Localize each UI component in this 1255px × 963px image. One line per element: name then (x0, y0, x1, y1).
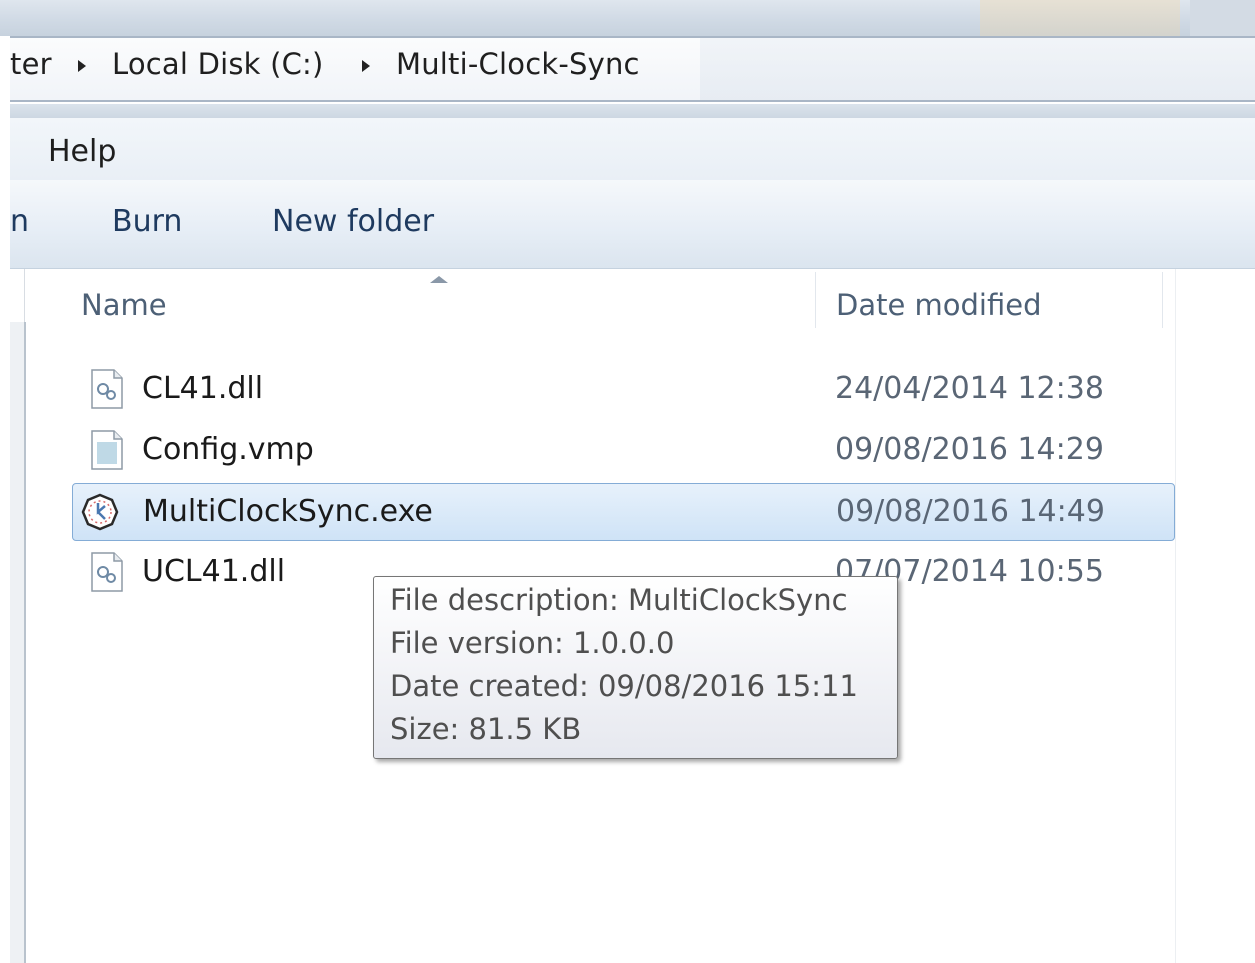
dll-file-icon (91, 369, 123, 409)
tooltip-size: Size: 81.5 KB (390, 712, 582, 746)
tooltip-date-created: Date created: 09/08/2016 15:11 (390, 669, 858, 703)
file-info-tooltip: File description: MultiClockSync File ve… (373, 576, 898, 759)
navigation-pane-scrollbar[interactable] (10, 322, 26, 963)
tooltip-file-description: File description: MultiClockSync (390, 583, 848, 617)
file-date: 09/08/2016 14:29 (835, 432, 1104, 467)
file-name: Config.vmp (142, 432, 314, 467)
file-row-selected[interactable]: MultiClockSync.exe 09/08/2016 14:49 (72, 483, 1175, 541)
column-header-name[interactable]: Name (81, 288, 167, 322)
column-separator[interactable] (1162, 272, 1163, 328)
file-name: MultiClockSync.exe (143, 494, 433, 529)
clock-app-icon (81, 493, 119, 531)
menu-help[interactable]: Help (48, 134, 116, 169)
command-toolbar: n Burn New folder (10, 180, 1255, 269)
burn-button[interactable]: Burn (112, 204, 182, 239)
file-name: CL41.dll (142, 371, 264, 406)
divider-band (10, 104, 1255, 118)
dll-file-icon (91, 552, 123, 592)
file-row[interactable]: Config.vmp 09/08/2016 14:29 (72, 422, 1175, 480)
menu-bar: Help (10, 118, 1255, 180)
window-title-strip (0, 0, 1255, 36)
tooltip-file-version: File version: 1.0.0.0 (390, 626, 675, 660)
breadcrumb-arrow-icon[interactable] (78, 60, 86, 72)
file-name: UCL41.dll (142, 554, 286, 589)
column-divider (1175, 269, 1176, 963)
file-date: 24/04/2014 12:38 (835, 371, 1104, 406)
file-row[interactable]: CL41.dll 24/04/2014 12:38 (72, 361, 1175, 419)
breadcrumb-computer[interactable]: ter (10, 47, 52, 81)
sort-ascending-icon (430, 276, 448, 283)
file-date: 09/08/2016 14:49 (836, 494, 1105, 529)
generic-file-icon (91, 430, 123, 470)
new-folder-button[interactable]: New folder (272, 204, 434, 239)
column-header-date-modified[interactable]: Date modified (836, 288, 1042, 322)
breadcrumb-arrow-icon[interactable] (362, 60, 370, 72)
breadcrumb-local-disk[interactable]: Local Disk (C:) (112, 47, 324, 81)
toolbar-partial-button[interactable]: n (10, 204, 29, 239)
column-separator[interactable] (815, 272, 816, 328)
breadcrumb-multi-clock-sync[interactable]: Multi-Clock-Sync (396, 47, 640, 81)
address-bar-blurred-region (700, 38, 1255, 100)
